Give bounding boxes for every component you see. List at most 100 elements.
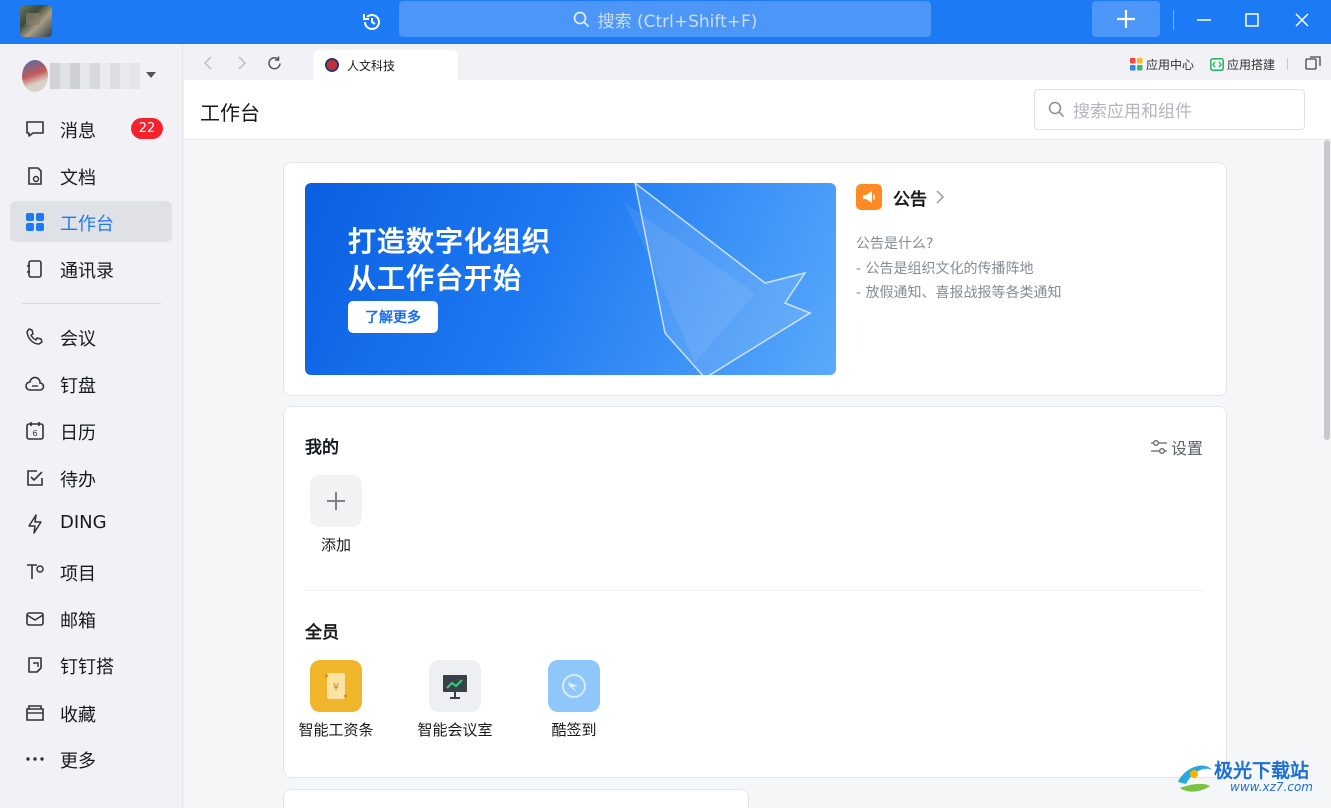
avatar [22, 60, 48, 92]
watermark-logo-icon [1178, 765, 1212, 792]
browser-tab-strip: 人文科技 应用中心 应用搭建 [184, 44, 1331, 80]
app-search-input[interactable]: 搜索应用和组件 [1034, 89, 1305, 130]
app-label: 酷签到 [551, 721, 597, 739]
search-icon [573, 11, 589, 27]
back-button[interactable] [200, 54, 218, 72]
sidebar-item-workbench[interactable]: 工作台 [10, 201, 172, 242]
app-center-label: 应用中心 [1146, 58, 1195, 72]
document-icon [24, 165, 46, 187]
maximize-button[interactable] [1228, 0, 1276, 40]
sidebar-item-label: 更多 [60, 751, 96, 772]
notice-text-line: - 公告是组织文化的传播阵地 [856, 261, 1034, 277]
payslip-icon: ¥ [310, 660, 362, 712]
sidebar-item-builder[interactable]: 钉钉搭 [10, 644, 172, 685]
site-watermark: 极光下载站 www.xz7.com [1172, 752, 1327, 802]
cloud-icon [24, 373, 46, 395]
meeting-room-icon [429, 660, 481, 712]
todo-icon [24, 467, 46, 489]
maximize-icon [1245, 13, 1259, 27]
app-tile-check-in[interactable]: 酷签到 [524, 660, 624, 740]
sidebar-item-calendar[interactable]: 6 日历 [10, 410, 172, 451]
mail-icon [24, 608, 46, 630]
sidebar-item-docs[interactable]: 文档 [10, 155, 172, 196]
open-in-window-button[interactable] [1305, 56, 1321, 70]
chevron-right-icon [936, 190, 945, 204]
app-builder-link[interactable]: 应用搭建 [1210, 56, 1275, 73]
banner-headline: 打造数字化组织 [348, 225, 552, 258]
app-tile-payslip[interactable]: ¥ 智能工资条 [286, 660, 386, 740]
watermark-url: www.xz7.com [1230, 780, 1313, 794]
global-search-input[interactable]: 搜索 (Ctrl+Shift+F) [399, 1, 931, 37]
user-name-blurred [50, 63, 140, 89]
search-icon [1048, 101, 1065, 118]
app-tile-meeting-room[interactable]: 智能会议室 [405, 660, 505, 740]
close-button[interactable] [1278, 0, 1326, 40]
calendar-day: 6 [32, 429, 37, 438]
watermark-title: 极光下载站 [1214, 760, 1310, 782]
add-app-tile[interactable]: 添加 [286, 475, 386, 555]
app-label: 添加 [320, 536, 351, 554]
calendar-icon: 6 [24, 420, 46, 442]
org-avatar[interactable] [20, 5, 52, 37]
app-label: 智能工资条 [298, 721, 374, 739]
wing-graphic [625, 183, 812, 375]
sidebar-item-label: 日历 [60, 423, 96, 444]
chevron-down-icon [146, 72, 156, 78]
sidebar-item-meeting[interactable]: 会议 [10, 316, 172, 357]
create-button[interactable] [1092, 1, 1160, 37]
org-logo-icon [325, 58, 339, 72]
sidebar-item-favorites[interactable]: 收藏 [10, 692, 172, 733]
sidebar-item-label: 文档 [60, 168, 96, 189]
settings-label: 设置 [1171, 439, 1204, 458]
minimize-icon [1197, 19, 1211, 21]
builder-icon [24, 654, 46, 676]
sidebar-item-label: 项目 [60, 564, 96, 585]
sidebar-item-messages[interactable]: 消息 22 [10, 108, 172, 149]
refresh-button[interactable] [265, 54, 283, 72]
sidebar-item-project[interactable]: 项目 [10, 551, 172, 592]
next-card [283, 789, 749, 808]
titlebar-divider [1173, 10, 1174, 30]
sidebar-item-contacts[interactable]: 通讯录 [10, 248, 172, 289]
history-button[interactable] [358, 8, 386, 36]
notice-text-line: - 放假通知、喜报战报等各类通知 [856, 285, 1062, 301]
tabstrip-divider [1287, 58, 1288, 70]
plus-icon [310, 475, 362, 527]
sidebar-item-ding[interactable]: DING [10, 503, 172, 544]
page-header: 工作台 搜索应用和组件 [184, 80, 1331, 140]
title-bar: 搜索 (Ctrl+Shift+F) [0, 0, 1331, 44]
check-in-icon [548, 660, 600, 712]
unread-badge: 22 [131, 118, 163, 139]
chevron-right-icon [238, 56, 247, 70]
app-center-link[interactable]: 应用中心 [1130, 56, 1194, 73]
promo-banner[interactable]: 打造数字化组织 从工作台开始 了解更多 [305, 183, 836, 375]
sidebar-item-mail[interactable]: 邮箱 [10, 598, 172, 639]
megaphone-icon [856, 184, 882, 210]
learn-more-button[interactable]: 了解更多 [348, 301, 438, 333]
close-icon [1295, 13, 1309, 27]
sidebar-item-label: 钉钉搭 [60, 657, 114, 678]
forward-button[interactable] [232, 54, 250, 72]
sidebar-divider [22, 303, 161, 304]
section-title-all-staff: 全员 [305, 623, 339, 643]
app-grid-icon [1130, 58, 1143, 71]
user-profile-switcher[interactable] [22, 60, 162, 92]
sidebar-item-drive[interactable]: 钉盘 [10, 363, 172, 404]
notice-header[interactable]: 公告 [856, 184, 945, 210]
sidebar-item-label: 工作台 [60, 214, 114, 235]
minimize-button[interactable] [1180, 0, 1228, 40]
sidebar-item-label: 待办 [60, 470, 96, 491]
refresh-icon [267, 56, 281, 69]
message-icon [24, 118, 46, 140]
sidebar-item-label: 会议 [60, 329, 96, 350]
history-icon [363, 14, 380, 30]
notice-text-line: 公告是什么? [856, 236, 934, 252]
sidebar-item-todo[interactable]: 待办 [10, 457, 172, 498]
scrollbar-thumb[interactable] [1324, 140, 1330, 440]
sidebar-item-more[interactable]: 更多 [10, 738, 172, 779]
banner-subheadline: 从工作台开始 [348, 262, 523, 295]
workbench-icon [24, 211, 46, 233]
tab-renwen-tech[interactable]: 人文科技 [313, 50, 458, 80]
favorites-icon [24, 702, 46, 724]
settings-button[interactable]: 设置 [1150, 435, 1203, 459]
